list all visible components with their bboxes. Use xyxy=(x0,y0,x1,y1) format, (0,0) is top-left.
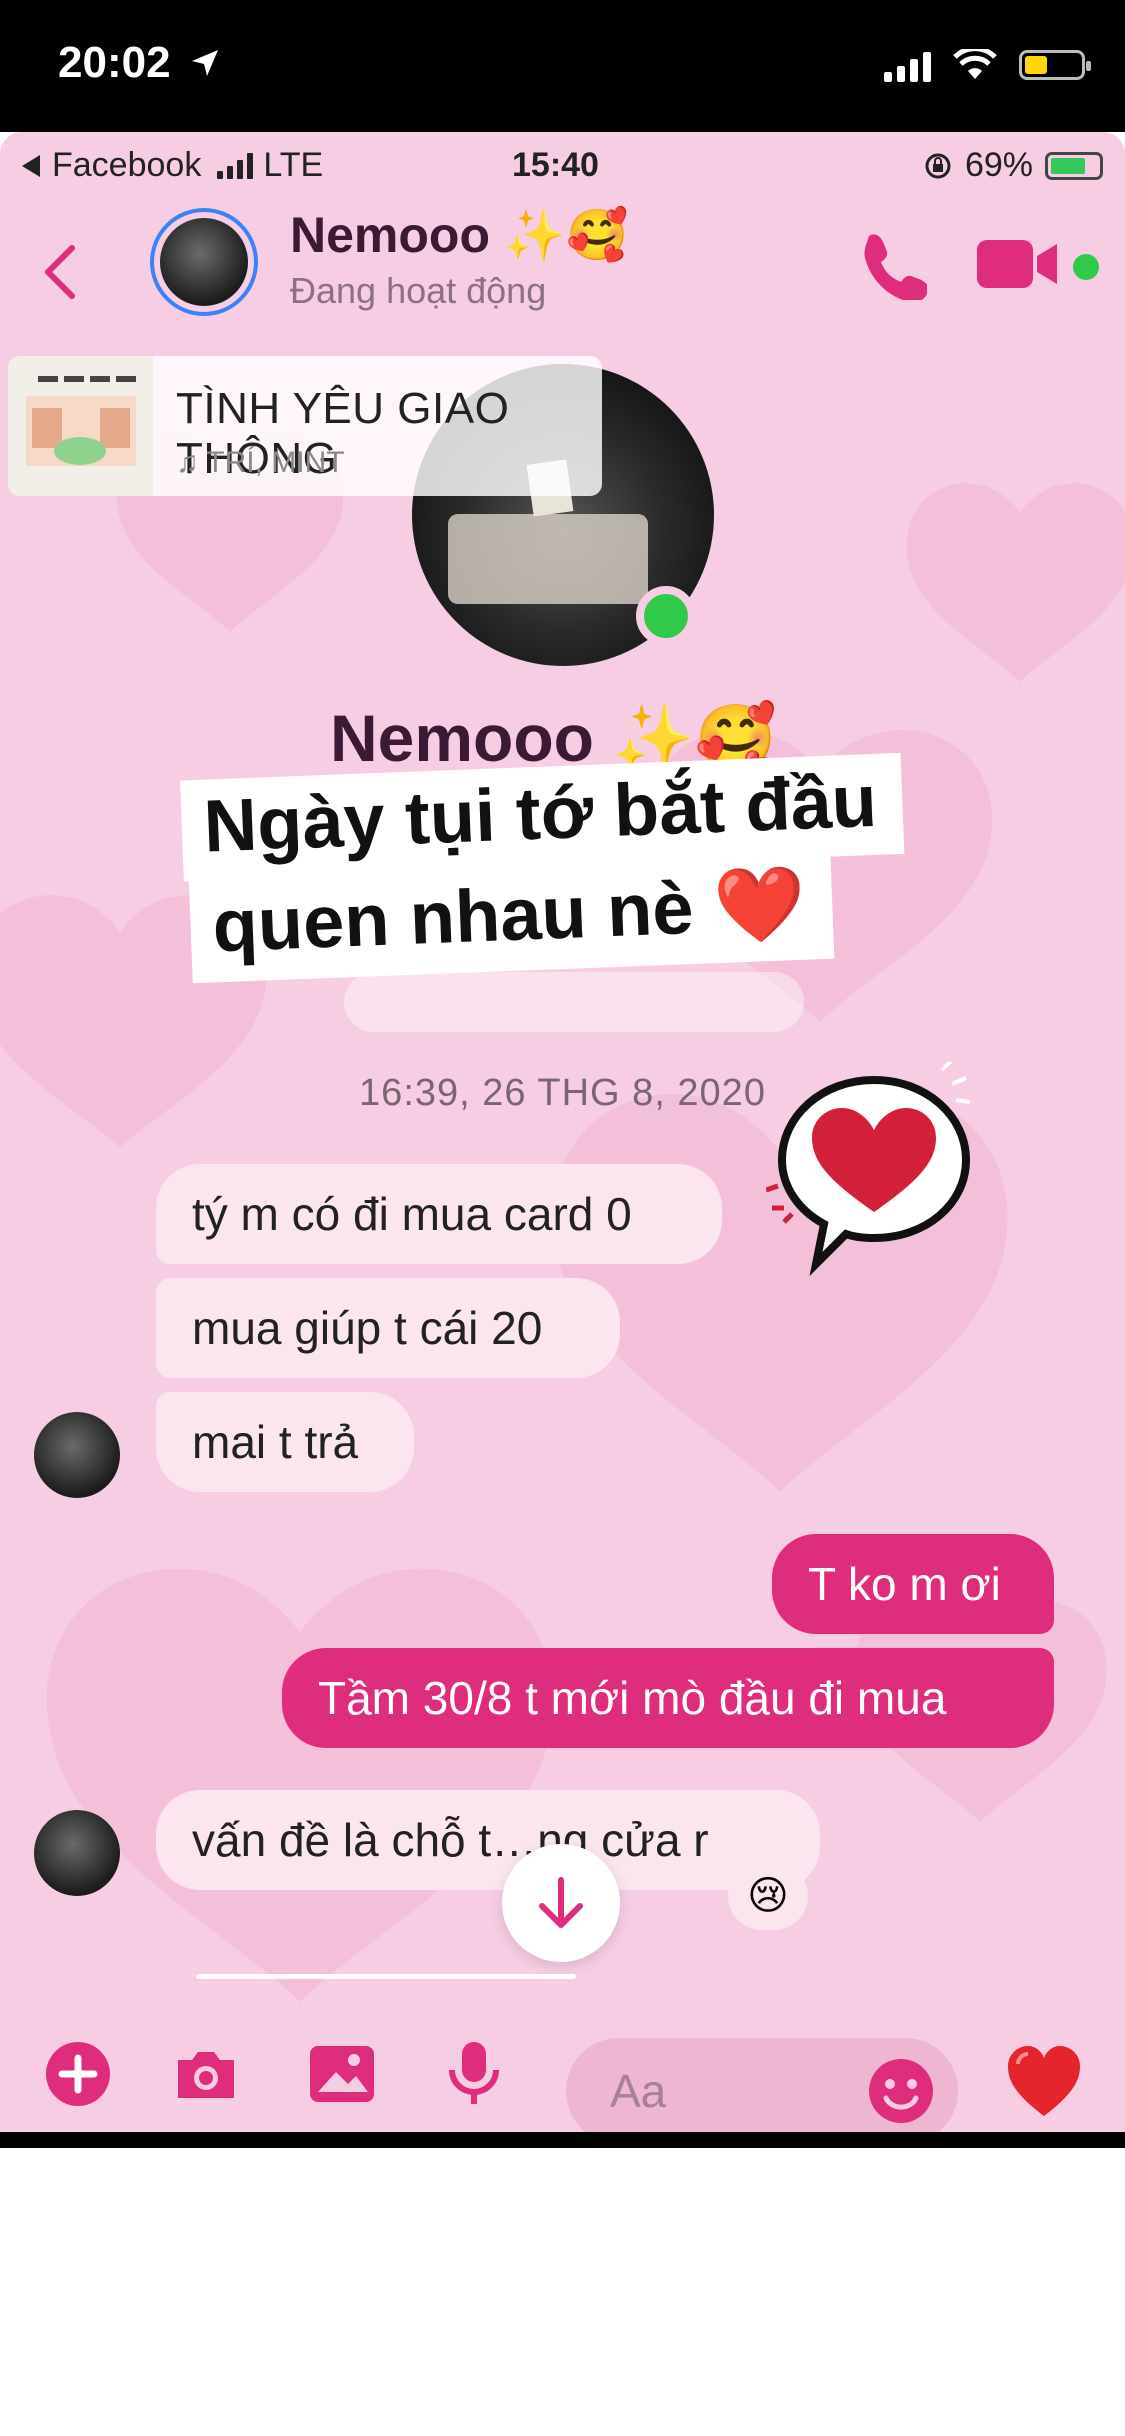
cellular-signal-icon xyxy=(884,48,931,82)
contact-status: Đang hoạt động xyxy=(290,270,547,311)
inner-clock: 15:40 xyxy=(512,146,599,184)
network-label: LTE xyxy=(263,146,324,184)
location-arrow-icon xyxy=(192,50,218,76)
messenger-screen: Facebook LTE 15:40 69% Nemooo ✨🥰 Đang ho… xyxy=(0,132,1125,2132)
album-art xyxy=(8,356,153,496)
message-bubble-sent[interactable]: T ko m ơi xyxy=(772,1534,1054,1634)
message-bubble-received[interactable]: vấn đề là chỗ t…ng cửa r xyxy=(156,1790,820,1890)
song-artist: ♫ TRÍ, MINT xyxy=(176,446,345,479)
sender-avatar[interactable] xyxy=(34,1412,120,1498)
wifi-icon xyxy=(953,49,997,79)
contact-name[interactable]: Nemooo ✨🥰 xyxy=(290,206,628,265)
message-reaction[interactable]: 😢 xyxy=(728,1862,808,1930)
photo-gallery-icon[interactable] xyxy=(306,2038,378,2110)
profile-online-indicator xyxy=(636,586,696,646)
contact-avatar[interactable] xyxy=(150,208,258,316)
video-call-icon[interactable] xyxy=(975,234,1059,294)
outer-clock: 20:02 xyxy=(58,38,171,87)
heart-speech-sticker xyxy=(766,1062,971,1277)
charging-battery-icon xyxy=(1045,151,1103,180)
scroll-to-bottom-button[interactable] xyxy=(502,1844,620,1962)
back-triangle-icon xyxy=(22,154,40,177)
outer-status-bar: 20:02 xyxy=(0,0,1125,132)
heart-like-icon[interactable] xyxy=(1004,2042,1084,2122)
phone-call-icon[interactable] xyxy=(855,228,927,300)
arrow-down-icon xyxy=(539,1877,583,1928)
message-input-placeholder: Aa xyxy=(610,2065,667,2117)
music-sticker[interactable]: TÌNH YÊU GIAO THÔNG ♫ TRÍ, MINT xyxy=(8,356,602,496)
microphone-icon[interactable] xyxy=(438,2038,510,2110)
inner-status-bar: Facebook LTE 15:40 69% xyxy=(0,138,1125,198)
plus-circle-icon[interactable] xyxy=(42,2038,114,2110)
online-indicator xyxy=(1073,254,1099,280)
bottom-bezel xyxy=(0,2132,1125,2148)
camera-icon[interactable] xyxy=(170,2038,242,2110)
profile-actions-peek xyxy=(344,972,804,1032)
battery-icon xyxy=(1019,50,1091,80)
typing-divider xyxy=(196,1974,576,1979)
chat-header: Nemooo ✨🥰 Đang hoạt động xyxy=(0,198,1125,338)
carrier-label: Facebook xyxy=(52,146,202,184)
message-bubble-received[interactable]: mai t trả xyxy=(156,1392,414,1492)
message-composer: Aa xyxy=(0,1992,1125,2132)
battery-percent: 69% xyxy=(964,146,1033,184)
sender-avatar[interactable] xyxy=(34,1810,120,1896)
message-bubble-received[interactable]: mua giúp t cái 20 xyxy=(156,1278,620,1378)
inner-signal-icon xyxy=(217,152,254,179)
message-bubble-received[interactable]: tý m có đi mua card 0 xyxy=(156,1164,722,1264)
back-chevron-icon[interactable] xyxy=(40,242,80,302)
message-bubble-sent[interactable]: Tầm 30/8 t mới mò đầu đi mua xyxy=(282,1648,1054,1748)
emoji-icon[interactable] xyxy=(866,2056,936,2126)
rotation-lock-icon xyxy=(925,153,951,178)
